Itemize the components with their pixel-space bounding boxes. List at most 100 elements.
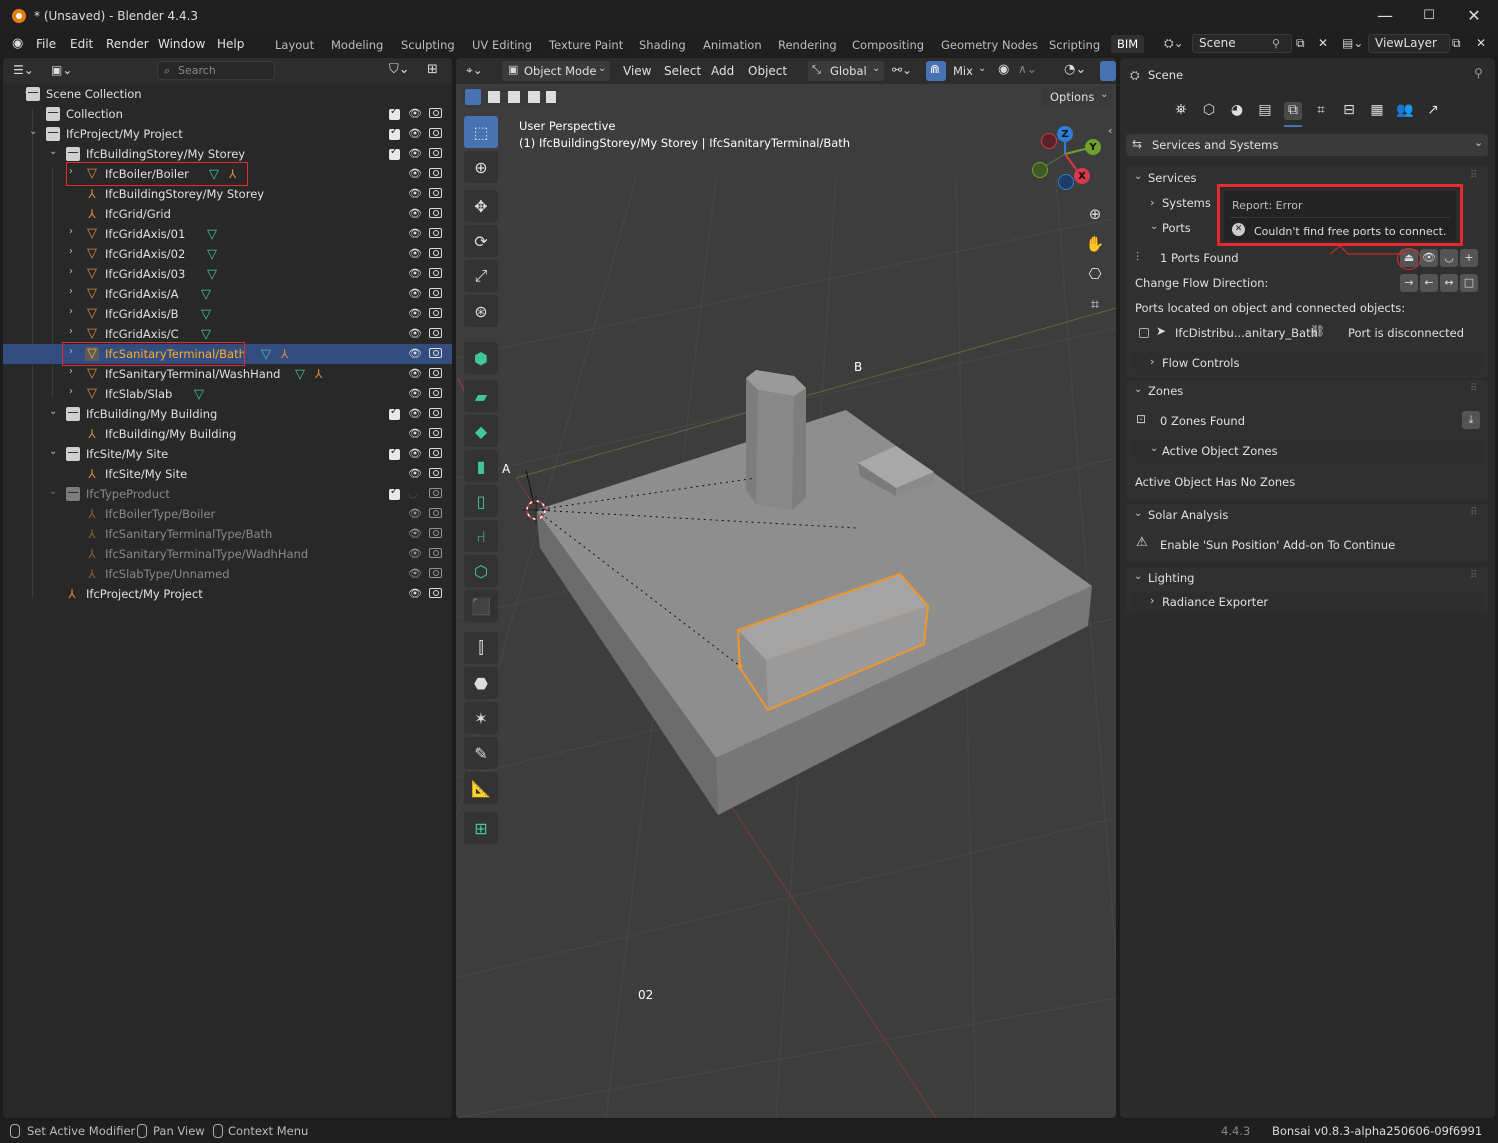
list-item[interactable]: ⌄ Scene Collection — [3, 84, 452, 104]
tab-rendering[interactable]: Rendering — [778, 38, 837, 52]
list-item[interactable]: ⅄ IfcSanitaryTerminalType/WadhHand 👁 — [3, 544, 452, 564]
chevron-down-icon[interactable]: ⌄ — [49, 406, 57, 417]
chevron-down-icon[interactable]: ⌄ — [29, 126, 37, 137]
chevron-right-icon[interactable]: › — [69, 286, 73, 297]
camera-icon[interactable] — [429, 388, 442, 398]
tab-quantity-icon[interactable]: ▦ — [1368, 102, 1386, 120]
camera-icon[interactable] — [429, 308, 442, 318]
camera-icon[interactable] — [429, 168, 442, 178]
eye-icon[interactable]: 👁 — [408, 307, 422, 320]
show-ports-button[interactable]: 👁 — [1420, 249, 1438, 267]
list-item[interactable]: ⅄ IfcSlabType/Unnamed 👁 — [3, 564, 452, 584]
falloff-icon[interactable]: ∧⌄ — [1018, 62, 1037, 76]
chevron-down-icon[interactable]: ⌄ — [1134, 384, 1142, 395]
menu-view[interactable]: View — [623, 64, 651, 78]
eye-icon[interactable]: 👁 — [408, 587, 422, 600]
menu-render[interactable]: Render — [106, 37, 149, 51]
chevron-down-icon[interactable]: ⌄ — [1150, 221, 1158, 232]
eye-icon[interactable]: 👁 — [408, 527, 422, 540]
list-item[interactable]: › ▽ IfcGridAxis/03 ▽ 👁 — [3, 264, 452, 284]
gizmo-y-axis[interactable]: Y — [1085, 139, 1101, 155]
snap-toggle-button[interactable]: ⋒ — [926, 61, 946, 81]
camera-icon[interactable] — [429, 208, 442, 218]
camera-icon[interactable] — [429, 108, 442, 118]
camera-icon[interactable] — [429, 468, 442, 478]
panel-selector-dropdown[interactable]: ⇆ Services and Systems ⌄ — [1126, 134, 1488, 156]
eye-icon[interactable]: 👁 — [408, 547, 422, 560]
editor-type-icon[interactable]: ☰⌄ — [13, 63, 34, 77]
drag-handle-icon[interactable]: ⠿ — [1470, 383, 1477, 394]
delete-view-layer-icon[interactable]: ✕ — [1476, 36, 1486, 50]
chevron-down-icon[interactable]: ⌄ — [49, 486, 57, 497]
camera-icon[interactable] — [429, 568, 442, 578]
new-scene-icon[interactable]: ⧉ — [1296, 36, 1305, 51]
delete-scene-icon[interactable]: ✕ — [1318, 36, 1328, 50]
eye-icon[interactable]: 👁 — [408, 507, 422, 520]
camera-icon[interactable] — [429, 448, 442, 458]
transform-orientation-dropdown[interactable]: ⤡ Global ⌄ — [808, 61, 884, 81]
tab-drawings-icon[interactable]: ▤ — [1256, 102, 1274, 120]
list-item[interactable]: › ▽ IfcSanitaryTerminal/WashHand ▽ ⅄ 👁 — [3, 364, 452, 384]
eye-icon[interactable]: 👁 — [408, 247, 422, 260]
list-item[interactable]: › ▽ IfcGridAxis/C ▽ 👁 — [3, 324, 452, 344]
tab-uv-editing[interactable]: UV Editing — [472, 38, 532, 52]
list-item[interactable]: › ▽ IfcGridAxis/B ▽ 👁 — [3, 304, 452, 324]
pin-icon[interactable]: ⚲ — [1474, 66, 1483, 80]
chevron-down-icon[interactable]: ⌄ — [49, 446, 57, 457]
zones-title[interactable]: Zones — [1148, 384, 1183, 398]
flow-source-button[interactable]: → — [1400, 274, 1418, 292]
close-button[interactable]: ✕ — [1451, 0, 1497, 31]
camera-icon[interactable] — [429, 528, 442, 538]
list-item[interactable]: ⅄ IfcBuildingStorey/My Storey 👁 — [3, 184, 452, 204]
eye-icon[interactable]: 👁 — [408, 327, 422, 340]
move-tool[interactable]: ✥ — [464, 190, 498, 222]
eye-icon[interactable]: 👁 — [408, 127, 422, 140]
eye-icon[interactable]: 👁 — [408, 227, 422, 240]
eye-icon[interactable]: 👁 — [408, 267, 422, 280]
eye-icon[interactable]: 👁 — [408, 447, 422, 460]
chevron-right-icon[interactable]: › — [69, 266, 73, 277]
chevron-right-icon[interactable]: › — [1150, 196, 1154, 209]
add-port-button[interactable]: + — [1460, 249, 1478, 267]
chevron-right-icon[interactable]: › — [69, 386, 73, 397]
gizmo-neg-x-axis[interactable] — [1041, 133, 1057, 149]
systems-subpanel[interactable]: Systems — [1162, 196, 1211, 210]
eye-icon[interactable]: 👁 — [408, 107, 422, 120]
gizmo-toggle-button[interactable] — [1100, 61, 1116, 81]
tab-tools-icon[interactable]: ↗ — [1424, 102, 1442, 120]
camera-icon[interactable] — [429, 548, 442, 558]
drag-handle-icon[interactable]: ⠿ — [1470, 570, 1477, 581]
transform-tool[interactable]: ⊛ — [464, 295, 498, 327]
eye-icon[interactable]: 👁 — [408, 187, 422, 200]
flow-none-button[interactable]: □ — [1460, 274, 1478, 292]
3d-viewport[interactable]: B A 02 Z Y X ⊕ ✋ ⎔ ⌗ ‹ User Perspective … — [456, 58, 1116, 1118]
snap-mode[interactable]: Mix — [953, 64, 973, 78]
exclude-checkbox[interactable] — [389, 486, 400, 500]
select-new-icon[interactable] — [465, 89, 481, 105]
menu-file[interactable]: File — [36, 37, 56, 51]
mode-dropdown[interactable]: ▣ Object Mode ⌄ — [502, 61, 610, 81]
menu-edit[interactable]: Edit — [70, 37, 93, 51]
select-port-icon[interactable]: ➤ — [1156, 324, 1166, 338]
eye-icon[interactable]: 👁 — [408, 347, 422, 360]
tab-texture-paint[interactable]: Texture Paint — [549, 38, 623, 52]
pivot-icon[interactable]: ⚯⌄ — [892, 63, 912, 77]
minimize-button[interactable]: — — [1362, 0, 1408, 31]
column-tool[interactable]: ▯ — [464, 485, 498, 517]
tab-project-icon[interactable]: ⛯ — [1172, 102, 1190, 120]
wall-tool[interactable]: ▰ — [464, 380, 498, 412]
list-item[interactable]: › ▽ IfcGridAxis/01 ▽ 👁 — [3, 224, 452, 244]
slab-tool[interactable]: ◆ — [464, 415, 498, 447]
chevron-right-icon[interactable]: › — [69, 226, 73, 237]
list-item[interactable]: ⅄ IfcSite/My Site 👁 — [3, 464, 452, 484]
eye-icon[interactable]: 👁 — [408, 207, 422, 220]
covering-tool[interactable]: ⬛ — [464, 590, 498, 622]
tab-geometry-icon[interactable]: ◕ — [1228, 102, 1246, 120]
chevron-right-icon[interactable]: › — [69, 326, 73, 337]
menu-help[interactable]: Help — [217, 37, 244, 51]
chevron-down-icon[interactable]: ⌄ — [1134, 508, 1142, 519]
camera-icon[interactable] — [429, 588, 442, 598]
pin-scene-icon[interactable]: ⚲ — [1272, 37, 1280, 50]
scale-tool[interactable]: ⤢ — [464, 260, 498, 292]
camera-icon[interactable] — [429, 348, 442, 358]
